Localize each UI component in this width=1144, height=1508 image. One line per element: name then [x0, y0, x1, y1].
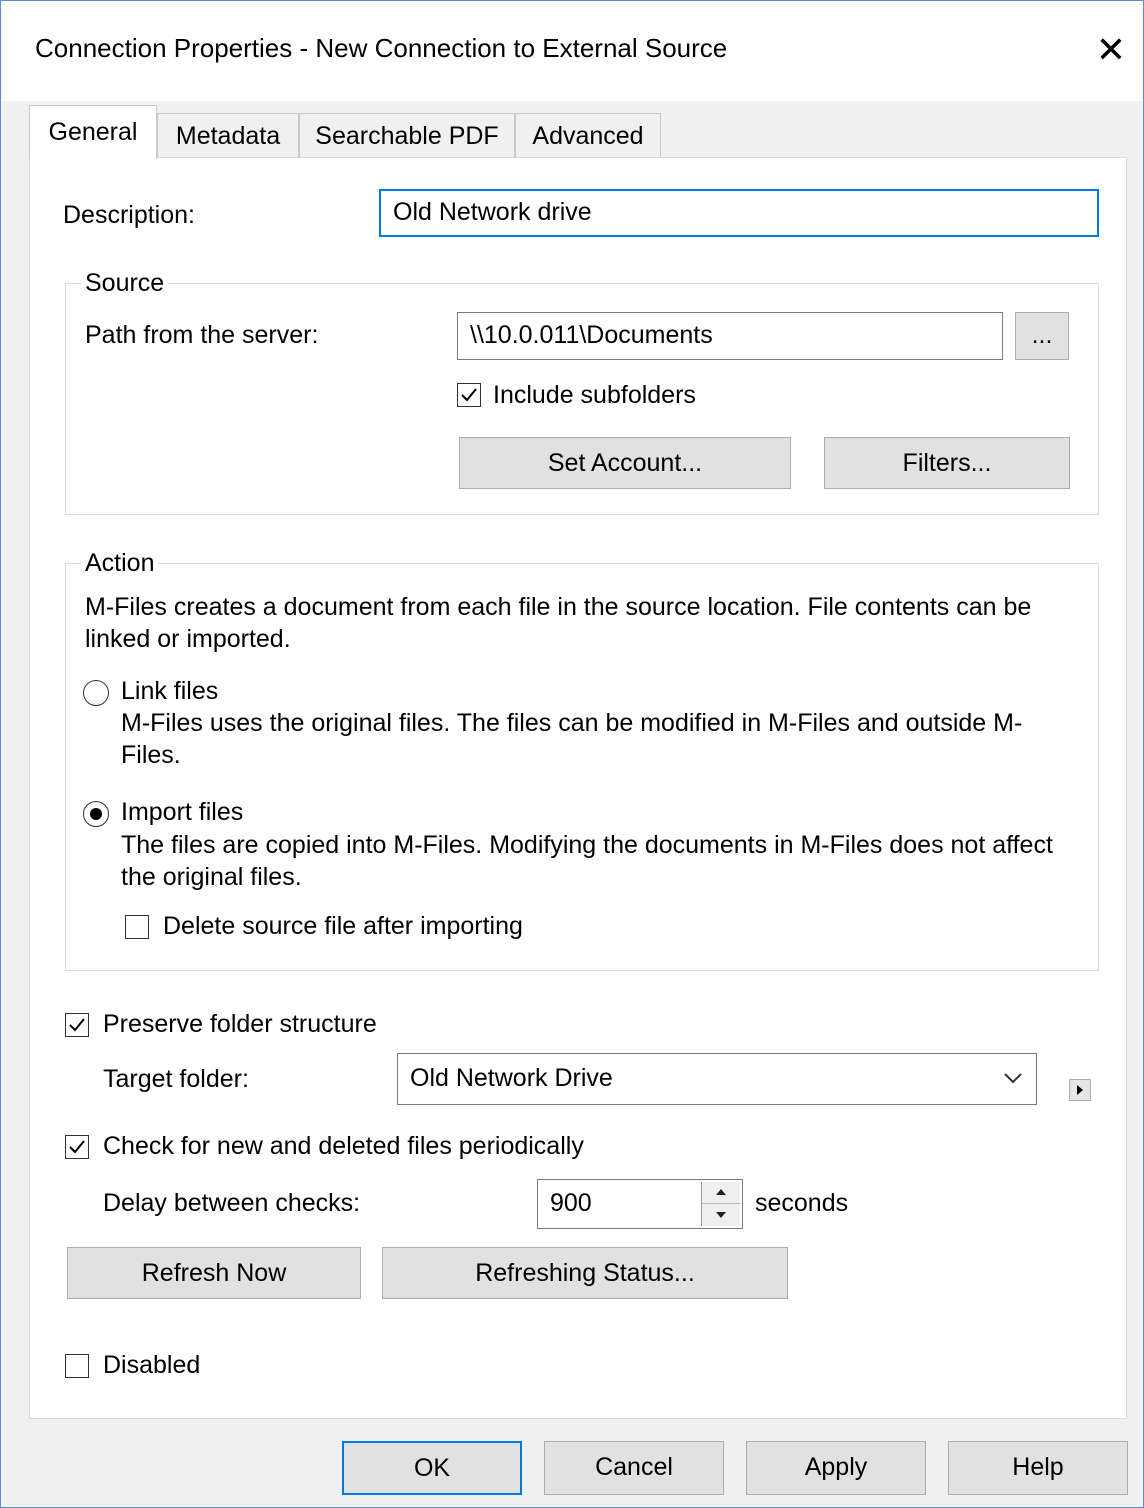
link-files-radio[interactable] — [83, 680, 109, 706]
include-subfolders-checkbox[interactable] — [457, 383, 481, 407]
filters-button[interactable]: Filters... — [824, 437, 1070, 489]
target-folder-label: Target folder: — [103, 1065, 249, 1093]
delay-spin-buttons — [701, 1182, 740, 1226]
target-folder-value: Old Network Drive — [410, 1064, 613, 1092]
delete-source-label: Delete source file after importing — [163, 912, 523, 940]
close-icon[interactable]: ✕ — [1089, 25, 1133, 75]
check-periodically-checkbox[interactable] — [65, 1135, 89, 1159]
spin-down-icon — [716, 1212, 726, 1218]
include-subfolders-label: Include subfolders — [493, 381, 696, 409]
target-folder-select[interactable]: Old Network Drive — [397, 1053, 1037, 1105]
set-account-button[interactable]: Set Account... — [459, 437, 791, 489]
spin-up-button[interactable] — [702, 1182, 740, 1204]
title-bar: Connection Properties - New Connection t… — [1, 1, 1143, 101]
cancel-button[interactable]: Cancel — [544, 1441, 724, 1495]
browse-button[interactable]: ... — [1015, 312, 1069, 360]
apply-button[interactable]: Apply — [746, 1441, 926, 1495]
tab-advanced[interactable]: Advanced — [515, 113, 661, 157]
disabled-label: Disabled — [103, 1351, 201, 1379]
expand-arrow-button[interactable] — [1069, 1079, 1091, 1101]
tab-metadata-label: Metadata — [175, 122, 281, 150]
import-files-radio[interactable] — [83, 801, 109, 827]
path-input[interactable]: \\10.0.011\Documents — [457, 312, 1003, 360]
link-files-description: M-Files uses the original files. The fil… — [121, 709, 1023, 769]
radio-selected-dot — [90, 808, 102, 820]
preserve-folder-structure-label: Preserve folder structure — [103, 1010, 377, 1038]
preserve-folder-structure-checkbox[interactable] — [65, 1013, 89, 1037]
connection-properties-dialog: Connection Properties - New Connection t… — [0, 0, 1144, 1508]
delay-label: Delay between checks: — [103, 1189, 361, 1217]
refreshing-status-button[interactable]: Refreshing Status... — [382, 1247, 788, 1299]
spin-down-button[interactable] — [702, 1204, 740, 1226]
delay-unit-label: seconds — [755, 1189, 849, 1217]
tab-searchable-pdf-label: Searchable PDF — [315, 122, 499, 150]
dialog-title: Connection Properties - New Connection t… — [35, 33, 728, 63]
action-intro-text: M-Files creates a document from each fil… — [85, 593, 1032, 653]
path-label: Path from the server: — [85, 321, 319, 349]
import-files-description: The files are copied into M-Files. Modif… — [121, 831, 1053, 891]
refresh-now-button[interactable]: Refresh Now — [67, 1247, 361, 1299]
ok-button[interactable]: OK — [342, 1441, 522, 1495]
import-files-label: Import files — [121, 798, 244, 826]
tab-searchable-pdf[interactable]: Searchable PDF — [299, 113, 515, 157]
spin-up-icon — [716, 1189, 726, 1195]
disabled-checkbox[interactable] — [65, 1354, 89, 1378]
checkmark-icon — [461, 388, 477, 402]
source-legend: Source — [81, 269, 169, 298]
description-input[interactable]: Old Network drive — [379, 189, 1099, 237]
help-button[interactable]: Help — [948, 1441, 1128, 1495]
check-periodically-label: Check for new and deleted files periodic… — [103, 1132, 584, 1160]
tab-advanced-label: Advanced — [532, 122, 644, 150]
tab-general[interactable]: General — [29, 105, 157, 159]
tab-general-label: General — [48, 118, 138, 146]
delay-value: 900 — [550, 1189, 592, 1217]
description-label: Description: — [63, 201, 195, 229]
arrow-right-icon — [1077, 1085, 1083, 1095]
checkmark-icon — [69, 1140, 85, 1154]
tab-metadata[interactable]: Metadata — [157, 113, 299, 157]
checkmark-icon — [69, 1018, 85, 1032]
delete-source-checkbox[interactable] — [125, 915, 149, 939]
link-files-label: Link files — [121, 677, 219, 705]
chevron-down-icon — [1004, 1073, 1022, 1084]
action-legend: Action — [81, 549, 159, 578]
